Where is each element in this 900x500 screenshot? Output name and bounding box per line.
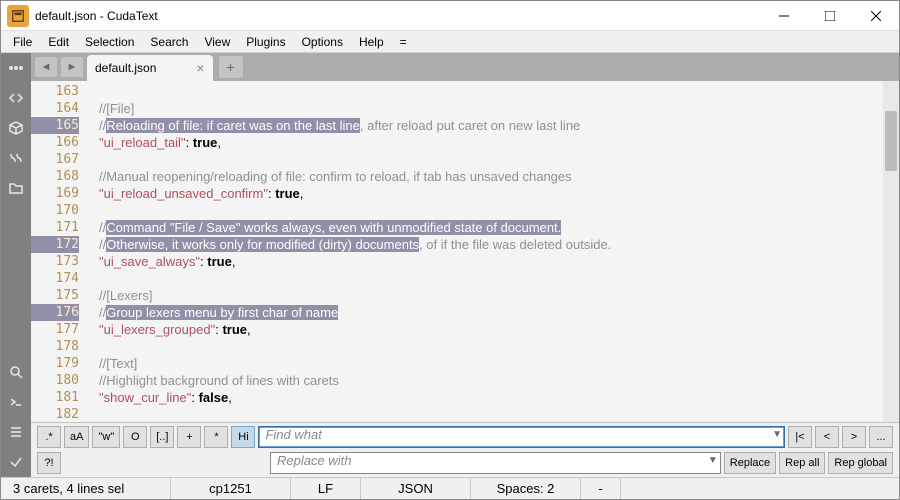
dropdown-icon[interactable]: ▼ — [708, 455, 718, 466]
search-panel: .*aA"w"O[..]+*Hi Find what ▼ |<<>... ?! … — [31, 422, 899, 477]
search-opt-1[interactable]: aA — [64, 426, 89, 448]
menu-edit[interactable]: Edit — [40, 33, 77, 51]
code-area[interactable]: //[File]//Reloading of file: if caret wa… — [89, 81, 899, 422]
search-nav-2[interactable]: > — [842, 426, 866, 448]
tab-close-icon[interactable]: × — [196, 60, 204, 76]
maximize-button[interactable] — [807, 1, 853, 31]
replace-toggle-button[interactable]: ?! — [37, 452, 61, 474]
menu-plugins[interactable]: Plugins — [238, 33, 293, 51]
search-nav-1[interactable]: < — [815, 426, 839, 448]
menu-options[interactable]: Options — [294, 33, 351, 51]
editor[interactable]: 1631641651661671681691701711721731741751… — [31, 81, 899, 422]
console-icon[interactable] — [1, 387, 31, 417]
menu-help[interactable]: Help — [351, 33, 392, 51]
vertical-scrollbar[interactable] — [883, 81, 899, 422]
replace-input[interactable]: Replace with ▼ — [270, 452, 721, 474]
box-icon[interactable] — [1, 113, 31, 143]
new-tab-button[interactable]: + — [219, 56, 243, 78]
app-icon — [7, 5, 29, 27]
status-dash: - — [581, 478, 621, 499]
delta-icon[interactable] — [1, 143, 31, 173]
dropdown-icon[interactable]: ▼ — [772, 429, 782, 440]
menu-icon[interactable] — [1, 53, 31, 83]
find-placeholder: Find what — [265, 427, 321, 442]
status-lexer[interactable]: JSON — [361, 478, 471, 499]
find-input[interactable]: Find what ▼ — [258, 426, 785, 448]
search-opt-5[interactable]: + — [177, 426, 201, 448]
menubar: FileEditSelectionSearchViewPluginsOption… — [1, 31, 899, 53]
search-opt-3[interactable]: O — [123, 426, 147, 448]
tabbar: ◄ ► default.json × + — [31, 53, 899, 81]
search-opt-6[interactable]: * — [204, 426, 228, 448]
search-opt-4[interactable]: [..] — [150, 426, 174, 448]
status-encoding[interactable]: cp1251 — [171, 478, 291, 499]
search-icon[interactable] — [1, 357, 31, 387]
list-icon[interactable] — [1, 417, 31, 447]
search-action-1[interactable]: Rep all — [779, 452, 825, 474]
status-line-ends[interactable]: LF — [291, 478, 361, 499]
tab-default-json[interactable]: default.json × — [87, 55, 213, 81]
search-nav-0[interactable]: |< — [788, 426, 812, 448]
search-opt-0[interactable]: .* — [37, 426, 61, 448]
menu-=[interactable]: = — [392, 33, 415, 51]
menu-selection[interactable]: Selection — [77, 33, 142, 51]
line-gutter: 1631641651661671681691701711721731741751… — [31, 81, 89, 422]
replace-placeholder: Replace with — [277, 453, 351, 468]
menu-search[interactable]: Search — [142, 33, 196, 51]
statusbar: 3 carets, 4 lines sel cp1251 LF JSON Spa… — [1, 477, 899, 499]
search-opt-7[interactable]: Hi — [231, 426, 255, 448]
titlebar: default.json - CudaText — [1, 1, 899, 31]
search-opt-2[interactable]: "w" — [92, 426, 120, 448]
close-button[interactable] — [853, 1, 899, 31]
minimize-button[interactable] — [761, 1, 807, 31]
menu-file[interactable]: File — [5, 33, 40, 51]
status-spaces[interactable]: Spaces: 2 — [471, 478, 581, 499]
search-action-0[interactable]: Replace — [724, 452, 776, 474]
window-title: default.json - CudaText — [35, 9, 761, 23]
sidebar — [1, 53, 31, 477]
tab-label: default.json — [95, 61, 156, 75]
code-icon[interactable] — [1, 83, 31, 113]
search-nav-3[interactable]: ... — [869, 426, 893, 448]
check-icon[interactable] — [1, 447, 31, 477]
tab-next-button[interactable]: ► — [61, 57, 83, 77]
status-carets: 3 carets, 4 lines sel — [1, 478, 171, 499]
search-action-2[interactable]: Rep global — [828, 452, 893, 474]
folder-icon[interactable] — [1, 173, 31, 203]
tab-prev-button[interactable]: ◄ — [35, 57, 57, 77]
menu-view[interactable]: View — [196, 33, 238, 51]
scrollbar-thumb[interactable] — [885, 111, 897, 171]
